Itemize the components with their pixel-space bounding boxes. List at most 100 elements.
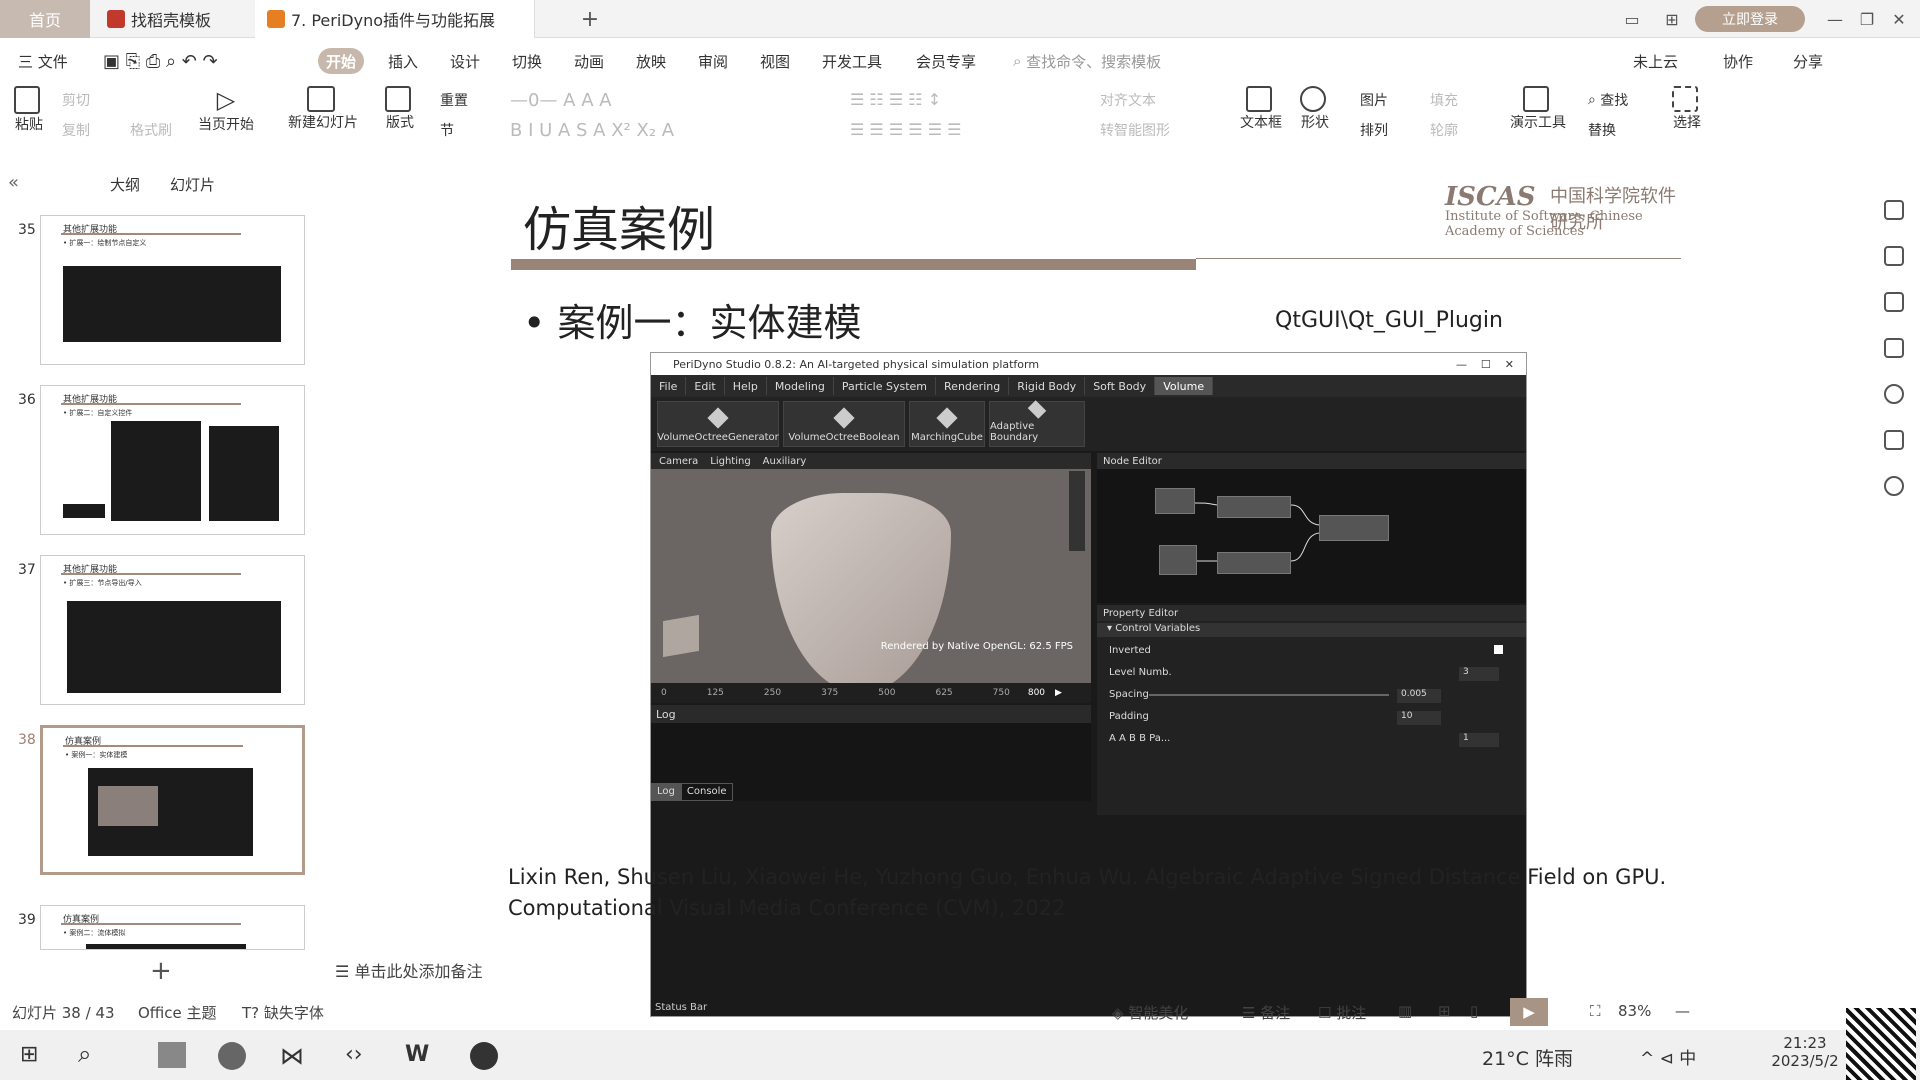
menu-slideshow[interactable]: 放映 bbox=[628, 48, 674, 74]
clock[interactable]: 21:23 2023/5/2 bbox=[1770, 1034, 1840, 1070]
add-slide-icon[interactable]: + bbox=[150, 956, 172, 986]
notes-placeholder[interactable]: ☰ 单击此处添加备注 bbox=[335, 958, 482, 982]
login-button[interactable]: 立即登录 bbox=[1695, 6, 1805, 32]
slide-canvas[interactable]: 仿真案例 ISCAS 中国科学院软件研究所 Institute of Softw… bbox=[505, 170, 1685, 1017]
layout-icon[interactable]: ▭ bbox=[1615, 0, 1649, 38]
arrange-button[interactable]: 排列 bbox=[1360, 120, 1388, 140]
weather[interactable]: 21°C 阵雨 bbox=[1482, 1044, 1573, 1071]
align-controls[interactable]: ☰ ☰ ☰ ☰ ☰ ☰ bbox=[850, 120, 962, 139]
settings-icon[interactable] bbox=[1884, 200, 1904, 220]
animation-icon[interactable] bbox=[1884, 292, 1904, 312]
menu-view[interactable]: 视图 bbox=[752, 48, 798, 74]
help-icon[interactable] bbox=[1884, 476, 1904, 496]
apps-icon[interactable]: ⊞ bbox=[1655, 0, 1689, 38]
command-search[interactable]: ⌕ 查找命令、搜索模板 bbox=[1005, 48, 1169, 74]
font-controls[interactable]: — 0 — A A A bbox=[510, 90, 612, 111]
new-tab-icon[interactable]: + bbox=[575, 0, 605, 38]
citation[interactable]: Lixin Ren, Shusen Liu, Xiaowei He, Yuzho… bbox=[508, 862, 1678, 924]
tool-adaptive-boundary: Adaptive Boundary bbox=[989, 400, 1085, 447]
bullet-case-one[interactable]: • 案例一：实体建模 bbox=[523, 292, 862, 347]
menu-transition[interactable]: 切换 bbox=[504, 48, 550, 74]
save-icon[interactable]: ▣ ⎘ ⎙ ⌕ ↶ ↷ bbox=[95, 48, 226, 74]
reset-button[interactable]: 重置 bbox=[440, 90, 468, 110]
tray-icons[interactable]: ^ ⊲ 中 bbox=[1640, 1044, 1696, 1069]
visual-studio-icon[interactable]: ⋈ bbox=[280, 1042, 304, 1070]
tab-document[interactable]: 7. PeriDyno插件与功能拓展 bbox=[255, 0, 535, 38]
select-button[interactable]: 选择 bbox=[1672, 86, 1702, 132]
text-format-icons[interactable]: B I U A S A X² X₂ A bbox=[510, 120, 674, 141]
taskbar-search-icon[interactable]: ⌕ bbox=[78, 1040, 91, 1068]
view-normal-icon[interactable]: ▥ bbox=[1398, 1002, 1412, 1020]
windows-start-icon[interactable]: ⊞ bbox=[20, 1042, 38, 1067]
comments-button[interactable]: ☐ 批注 bbox=[1318, 1002, 1366, 1023]
outline-button[interactable]: 轮廓 bbox=[1430, 120, 1458, 140]
menu-animation[interactable]: 动画 bbox=[566, 48, 612, 74]
textbox-button[interactable]: 文本框 bbox=[1240, 86, 1282, 132]
collab-button[interactable]: 协作 bbox=[1715, 48, 1761, 74]
slide-title[interactable]: 仿真案例 bbox=[523, 190, 715, 260]
remarks-button[interactable]: ☰ 备注 bbox=[1242, 1002, 1290, 1023]
zoom-level[interactable]: 83% bbox=[1618, 1002, 1651, 1020]
chrome-icon[interactable] bbox=[218, 1042, 246, 1070]
share-button[interactable]: 分享 bbox=[1785, 48, 1831, 74]
new-slide-button[interactable]: 新建幻灯片 bbox=[288, 86, 358, 132]
compass-icon[interactable] bbox=[1884, 384, 1904, 404]
play-slideshow-icon[interactable]: ▶ bbox=[1510, 998, 1548, 1026]
star-icon[interactable] bbox=[1884, 246, 1904, 266]
fill-button[interactable]: 填充 bbox=[1430, 90, 1458, 110]
menu-review[interactable]: 审阅 bbox=[690, 48, 736, 74]
menu-insert[interactable]: 插入 bbox=[380, 48, 426, 74]
orientation-cube bbox=[663, 614, 699, 658]
obs-icon[interactable] bbox=[470, 1042, 498, 1070]
shape-button[interactable]: 形状 bbox=[1300, 86, 1330, 132]
plugin-path[interactable]: QtGUI\Qt_GUI_Plugin bbox=[1275, 308, 1503, 333]
tab-home[interactable]: 首页 bbox=[0, 0, 90, 38]
file-explorer-icon[interactable] bbox=[158, 1042, 186, 1068]
slide-thumbnail-39[interactable]: 仿真案例 • 案例二：流体模拟 bbox=[40, 905, 305, 950]
vscode-icon[interactable]: ‹› bbox=[345, 1042, 363, 1067]
menu-file[interactable]: 三 文件 bbox=[10, 48, 76, 74]
minimize-icon[interactable]: — bbox=[1820, 0, 1850, 38]
close-icon[interactable]: ✕ bbox=[1884, 0, 1914, 38]
slide-thumbnail-35[interactable]: 其他扩展功能 • 扩展一：绘制节点自定义 bbox=[40, 215, 305, 365]
zoom-out-icon[interactable]: — bbox=[1675, 1002, 1690, 1020]
find-button[interactable]: ⌕ 查找 bbox=[1588, 90, 1628, 110]
restore-icon[interactable]: ❐ bbox=[1852, 0, 1882, 38]
prop-label: Padding bbox=[1109, 711, 1149, 722]
image-button[interactable]: 图片 bbox=[1360, 90, 1388, 110]
tool-marching-cube: MarchingCube bbox=[909, 401, 985, 447]
copy-button[interactable]: 复制 bbox=[62, 120, 90, 140]
paste-button[interactable]: 粘贴 bbox=[14, 86, 44, 134]
missing-font-button[interactable]: T? 缺失字体 bbox=[242, 1002, 324, 1023]
view-reading-icon[interactable]: ▯ bbox=[1470, 1002, 1478, 1020]
cloud-status[interactable]: 未上云 bbox=[1625, 48, 1686, 74]
tab-template[interactable]: 找稻壳模板 bbox=[95, 0, 255, 38]
wps-icon[interactable]: W bbox=[405, 1042, 429, 1067]
book-icon[interactable] bbox=[1884, 430, 1904, 450]
replace-button[interactable]: 替换 bbox=[1588, 120, 1616, 140]
menu-member[interactable]: 会员专享 bbox=[908, 48, 984, 74]
thumb-title-bar bbox=[61, 403, 241, 405]
beautify-button[interactable]: ◈ 智能美化 bbox=[1112, 1002, 1188, 1023]
align-text-button[interactable]: 对齐文本 bbox=[1100, 90, 1156, 110]
slide-thumbnail-37[interactable]: 其他扩展功能 • 扩展三：节点导出/导入 bbox=[40, 555, 305, 705]
section-button[interactable]: 节 bbox=[440, 120, 454, 140]
cut-button[interactable]: 剪切 bbox=[62, 90, 90, 110]
menu-developer[interactable]: 开发工具 bbox=[814, 48, 890, 74]
paragraph-controls[interactable]: ☰ ☷ ☰ ☷ ↕ bbox=[850, 90, 941, 109]
view-grid-icon[interactable]: ⊞ bbox=[1438, 1002, 1451, 1020]
format-painter-button[interactable]: 格式刷 bbox=[130, 120, 172, 140]
smart-art-button[interactable]: 转智能图形 bbox=[1100, 120, 1170, 140]
style-icon[interactable] bbox=[1884, 338, 1904, 358]
fit-icon[interactable]: ⛶ bbox=[1590, 1002, 1601, 1020]
ppt-icon bbox=[267, 10, 285, 28]
thumb-number: 39 bbox=[18, 912, 36, 928]
layout-button[interactable]: 版式 bbox=[385, 86, 415, 132]
start-show-button[interactable]: ▷ 当页开始 bbox=[198, 86, 254, 134]
present-tool-button[interactable]: 演示工具 bbox=[1510, 86, 1566, 132]
slide-thumbnail-36[interactable]: 其他扩展功能 • 扩展二：自定义控件 bbox=[40, 385, 305, 535]
menu-home[interactable]: 开始 bbox=[318, 48, 365, 74]
prop-value: 10 bbox=[1397, 711, 1441, 725]
slide-thumbnail-38[interactable]: 仿真案例 • 案例一：实体建模 bbox=[40, 725, 305, 875]
menu-design[interactable]: 设计 bbox=[442, 48, 488, 74]
